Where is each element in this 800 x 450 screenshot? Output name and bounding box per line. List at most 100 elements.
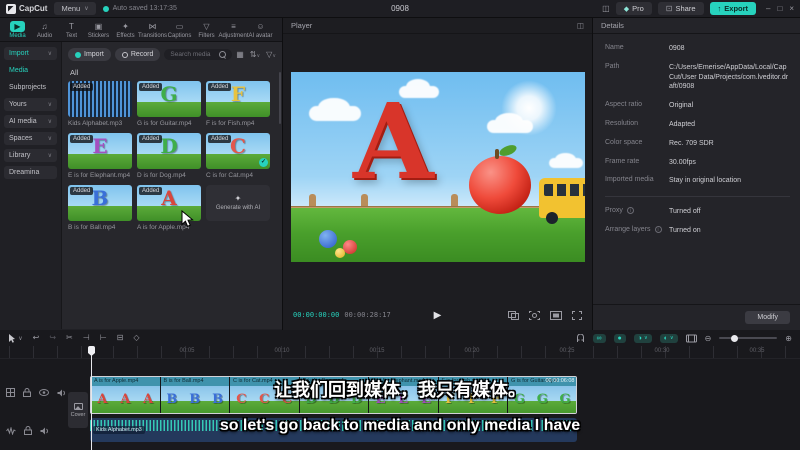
sidebar-item-ai-media[interactable]: AI media ∨ [4, 115, 57, 128]
video-thumbnail[interactable]: Added E [68, 133, 132, 169]
grid-view-icon[interactable]: ▦ [236, 50, 244, 59]
info-icon[interactable]: i [654, 225, 662, 233]
undo-icon[interactable]: ↩ [33, 333, 40, 342]
split-icon[interactable]: ✂ [66, 333, 73, 342]
media-item-c[interactable]: Added C ✓ C is for Cat.mp4 [206, 133, 270, 179]
media-item-name: E is for Elephant.mp4 [68, 172, 131, 179]
media-item-f[interactable]: Added F F is for Fish.mp4 [206, 81, 270, 127]
linkage-toggle[interactable]: ◑ ∨ [633, 333, 652, 343]
scene-cloud [487, 112, 533, 133]
detail-row-name: Name 0908 [605, 44, 685, 52]
scene-ball-red [343, 240, 357, 254]
fullscreen-icon[interactable] [572, 310, 582, 320]
pro-button[interactable]: ◆ Pro [615, 2, 652, 15]
modify-button[interactable]: Modify [745, 311, 790, 324]
preview-axis-toggle[interactable]: ◐ ∨ [659, 333, 678, 343]
added-badge: Added [70, 135, 94, 143]
main-track-magnet-toggle[interactable]: ● [613, 333, 626, 343]
import-icon [75, 51, 81, 58]
media-item-b[interactable]: Added B B is for Ball.mp4 [68, 185, 132, 231]
focus-icon[interactable] [529, 310, 540, 320]
transitions-icon: ⋈ [148, 22, 157, 31]
info-icon[interactable]: i [626, 207, 634, 215]
layout-icon[interactable]: ◫ [602, 4, 610, 13]
minimize-button[interactable]: – [766, 4, 770, 13]
ratio-icon[interactable] [550, 310, 562, 320]
timeline-zoom-slider[interactable] [719, 334, 778, 342]
added-badge: Added [208, 135, 232, 143]
tab-stickers[interactable]: ▣ Stickers [85, 20, 112, 39]
sidebar-item-import[interactable]: Import ∨ [4, 47, 57, 60]
media-scrollbar[interactable] [279, 72, 281, 124]
media-search[interactable] [164, 49, 233, 60]
tab-captions[interactable]: ▭ Captions [166, 20, 193, 39]
detail-row-aspect-ratio: Aspect ratio Original [605, 101, 694, 110]
select-tool[interactable]: ∨ [8, 333, 23, 343]
tab-filters[interactable]: ▽ Filters [193, 20, 220, 39]
video-thumbnail[interactable]: Added B [68, 185, 132, 221]
pro-diamond-icon: ◆ [623, 5, 630, 13]
preview-frame-icon[interactable] [685, 334, 697, 343]
import-button[interactable]: Import [68, 48, 111, 61]
media-item-name: F is for Fish.mp4 [206, 120, 255, 127]
scene-letter-a: A [353, 80, 434, 203]
share-button[interactable]: ⊡ Share [657, 2, 704, 15]
export-icon: ↑ [717, 4, 722, 13]
filter-all-dropdown[interactable]: All [62, 61, 282, 81]
tab-effects[interactable]: ✦ Effects [112, 20, 139, 39]
sort-icon[interactable]: ⇅∨ [250, 50, 260, 59]
snap-toggle[interactable]: ∞ [592, 333, 606, 343]
tab-text[interactable]: T Text [58, 20, 85, 39]
timeline-ruler[interactable]: 00:05 00:10 00:15 00:20 00:25 00:30 00:3… [0, 346, 800, 359]
media-item-audio[interactable]: Added Kids Alphabet.mp3 [68, 81, 132, 127]
maximize-button[interactable]: □ [777, 4, 782, 13]
close-button[interactable]: × [789, 4, 794, 13]
media-item-name: G is for Guitar.mp4 [137, 120, 192, 127]
media-grid: Added Kids Alphabet.mp3 Added G G is for… [62, 81, 282, 231]
sidebar-item-spaces[interactable]: Spaces ∨ [4, 132, 57, 145]
marker-icon[interactable]: ◇ [133, 333, 139, 342]
details-panel: Details Name 0908 Path C:/Users/Emerise/Ap… [593, 18, 800, 330]
sidebar-item-library[interactable]: Library ∨ [4, 149, 57, 162]
tab-media[interactable]: ▶ Media [4, 20, 31, 39]
share-icon: ⊡ [665, 4, 673, 13]
zoom-in-icon[interactable]: ⊕ [785, 334, 792, 343]
redo-icon[interactable]: ↪ [49, 333, 56, 342]
video-thumbnail[interactable]: Added G [137, 81, 201, 117]
video-thumbnail[interactable]: Added F [206, 81, 270, 117]
tab-adjustment[interactable]: ≡ Adjustment [219, 20, 249, 39]
media-item-g[interactable]: Added G G is for Guitar.mp4 [137, 81, 201, 127]
effects-icon: ✦ [122, 22, 129, 31]
play-button[interactable]: ▶ [434, 310, 442, 321]
sidebar-item-subprojects[interactable]: Subprojects [4, 81, 57, 94]
sidebar-item-media[interactable]: Media [4, 64, 57, 77]
filter-icon[interactable]: ▽∨ [266, 50, 276, 59]
audio-thumbnail[interactable]: Added [68, 81, 132, 117]
duration-time: 00:00:28:17 [344, 311, 391, 319]
sticker-icon: ▣ [94, 22, 103, 31]
player-options-icon[interactable]: ◫ [577, 21, 584, 30]
video-preview[interactable]: A [291, 72, 585, 262]
video-thumbnail[interactable]: Added C ✓ [206, 133, 270, 169]
magnet-icon[interactable] [576, 333, 585, 343]
tab-audio[interactable]: ♫ Audio [31, 20, 58, 39]
compare-icon[interactable] [508, 310, 519, 320]
search-input[interactable] [170, 51, 217, 58]
zoom-out-icon[interactable]: ⊖ [705, 334, 712, 343]
export-button[interactable]: ↑ Export [709, 2, 757, 15]
video-thumbnail[interactable]: Added D [137, 133, 201, 169]
tab-ai-avatar[interactable]: ☺ AI avatar [247, 20, 274, 39]
sidebar-item-yours[interactable]: Yours ∨ [4, 98, 57, 111]
menu-button[interactable]: Menu ∨ [54, 2, 96, 15]
delete-left-icon[interactable]: ⊣ [83, 333, 90, 342]
media-item-d[interactable]: Added D D is for Dog.mp4 [137, 133, 201, 179]
media-item-e[interactable]: Added E E is for Elephant.mp4 [68, 133, 132, 179]
delete-right-icon[interactable]: ⊢ [100, 333, 107, 342]
subtitle-english: so let's go back to media and only media… [219, 417, 581, 434]
record-button[interactable]: Record [114, 48, 161, 61]
tab-transitions[interactable]: ⋈ Transitions [138, 20, 167, 39]
sidebar-item-dreamina[interactable]: Dreamina [4, 166, 57, 179]
generate-with-ai-card[interactable]: ✦ Generate with AI [206, 185, 270, 231]
delete-icon[interactable]: ⊟ [117, 333, 124, 342]
capcut-logo-icon [6, 3, 16, 14]
